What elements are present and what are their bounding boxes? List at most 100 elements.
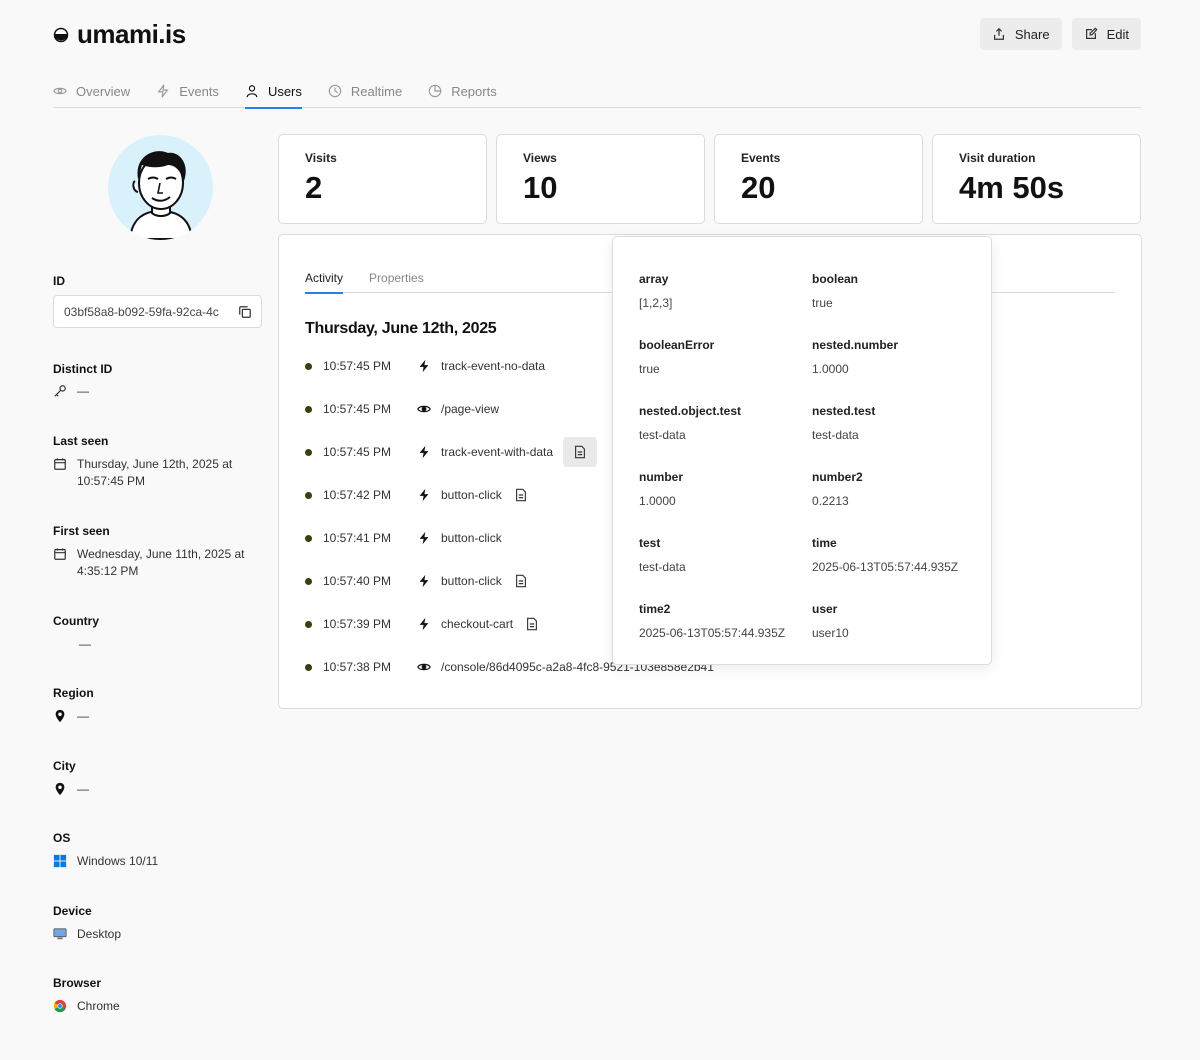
nav-reports[interactable]: Reports (428, 76, 497, 108)
activity-row[interactable]: 10:57:45 PM track-event-no-data (305, 356, 545, 376)
document-icon[interactable] (514, 574, 528, 588)
country-label: Country (53, 614, 99, 628)
lightning-icon (419, 574, 429, 588)
eye-icon (417, 663, 431, 671)
stat-label: Visits (305, 151, 337, 165)
stat-value: 10 (523, 170, 558, 205)
edit-icon (1085, 27, 1098, 39)
activity-row[interactable]: 10:57:41 PM button-click (305, 528, 502, 548)
copy-icon[interactable] (238, 305, 252, 319)
nav-realtime-label: Realtime (350, 83, 403, 99)
region-field: — (53, 708, 89, 725)
nav-reports-label: Reports (451, 83, 497, 99)
bullet (305, 362, 312, 370)
event-data-item: user user10 (812, 602, 849, 640)
browser-field: Chrome (53, 998, 120, 1015)
nav-events[interactable]: Events (156, 76, 219, 108)
event-data-item: time 2025-06-13T05:57:44.935Z (812, 536, 958, 574)
device-label: Device (53, 904, 92, 918)
tab-properties[interactable]: Properties (369, 261, 424, 293)
activity-row[interactable]: 10:57:45 PM /page-view (305, 399, 499, 419)
city-label: City (53, 759, 76, 773)
event-data-value: true (812, 296, 833, 310)
event-data-item: nested.test test-data (812, 404, 875, 442)
event-data-item: test test-data (639, 536, 686, 574)
event-data-key: booleanError (639, 338, 715, 352)
stat-card-events: Events 20 (714, 134, 923, 224)
location-pin-icon (55, 709, 65, 723)
calendar-icon (54, 548, 66, 560)
nav-realtime[interactable]: Realtime (328, 76, 402, 108)
stat-value: 20 (741, 170, 776, 205)
stat-card-visits: Visits 2 (278, 134, 487, 224)
event-data-key: number2 (812, 470, 863, 484)
event-data-button[interactable] (563, 437, 598, 467)
os-field: Windows 10/11 (53, 853, 158, 870)
activity-row[interactable]: 10:57:42 PM button-click (305, 485, 528, 505)
id-value: 03bf58a8-b092-59fa-92ca-4c (64, 304, 219, 319)
activity-time: 10:57:45 PM (323, 402, 392, 416)
header-actions: Share Edit (979, 18, 1141, 50)
site-title: umami.is (53, 19, 186, 50)
edit-button[interactable]: Edit (1071, 18, 1141, 50)
share-button[interactable]: Share (979, 18, 1062, 50)
region-value: — (77, 709, 89, 723)
calendar-icon (54, 458, 66, 470)
first-seen-value: Wednesday, June 11th, 2025 at 4:35:12 PM (77, 547, 245, 578)
lightning-icon (419, 531, 429, 545)
distinct-id-value: — (77, 384, 89, 398)
event-data-key: time2 (639, 602, 671, 616)
last-seen-field: Thursday, June 12th, 2025 at 10:57:45 PM (53, 456, 253, 490)
stat-value: 4m 50s (959, 170, 1065, 205)
event-data-item: array [1,2,3] (639, 272, 672, 310)
clock-icon (328, 84, 342, 98)
activity-row[interactable]: 10:57:39 PM checkout-cart (305, 614, 539, 634)
first-seen-label: First seen (53, 524, 110, 538)
country-value: — (79, 637, 91, 651)
activity-time: 10:57:45 PM (323, 359, 392, 373)
browser-value: Chrome (77, 999, 120, 1013)
region-label: Region (53, 686, 94, 700)
event-data-key: array (639, 272, 669, 286)
lightning-icon (419, 617, 429, 631)
activity-time: 10:57:38 PM (323, 660, 392, 674)
event-data-key: number (639, 470, 684, 484)
device-field: Desktop (53, 926, 121, 943)
document-icon[interactable] (514, 488, 528, 502)
event-data-key: user (812, 602, 838, 616)
lightning-icon (419, 359, 429, 373)
pie-chart-icon (428, 84, 442, 98)
event-data-key: nested.test (812, 404, 876, 418)
activity-label: checkout-cart (441, 617, 514, 631)
event-data-item: number2 0.2213 (812, 470, 863, 508)
city-value: — (77, 782, 89, 796)
activity-row[interactable]: 10:57:40 PM button-click (305, 571, 528, 591)
first-seen-field: Wednesday, June 11th, 2025 at 4:35:12 PM (53, 546, 258, 580)
distinct-id-field: — (53, 383, 89, 400)
activity-row[interactable]: 10:57:45 PM track-event-with-data (305, 437, 598, 467)
nav-events-label: Events (179, 83, 219, 99)
bullet (305, 491, 312, 499)
stat-value: 2 (305, 170, 323, 205)
chrome-icon (53, 999, 67, 1013)
stat-label: Events (741, 151, 781, 165)
site-name: umami.is (77, 19, 186, 49)
lightning-icon (419, 445, 429, 459)
website-nav: Overview Events Users Realtime Reports (53, 76, 1141, 109)
nav-users[interactable]: Users (244, 76, 302, 109)
tab-activity[interactable]: Activity (305, 261, 344, 294)
event-data-value: test-data (812, 428, 859, 442)
nav-users-label: Users (267, 83, 302, 99)
event-data-key: test (639, 536, 661, 550)
share-icon (993, 27, 1004, 40)
event-data-value: 0.2213 (812, 494, 849, 508)
device-value: Desktop (77, 927, 122, 941)
activity-time: 10:57:42 PM (323, 488, 392, 502)
id-field[interactable]: 03bf58a8-b092-59fa-92ca-4c (53, 295, 262, 328)
event-data-item: boolean true (812, 272, 858, 310)
document-icon[interactable] (525, 617, 539, 631)
nav-overview[interactable]: Overview (53, 76, 130, 108)
stat-label: Views (523, 151, 557, 165)
activity-label: track-event-with-data (441, 445, 554, 459)
event-data-item: nested.number 1.0000 (812, 338, 898, 376)
